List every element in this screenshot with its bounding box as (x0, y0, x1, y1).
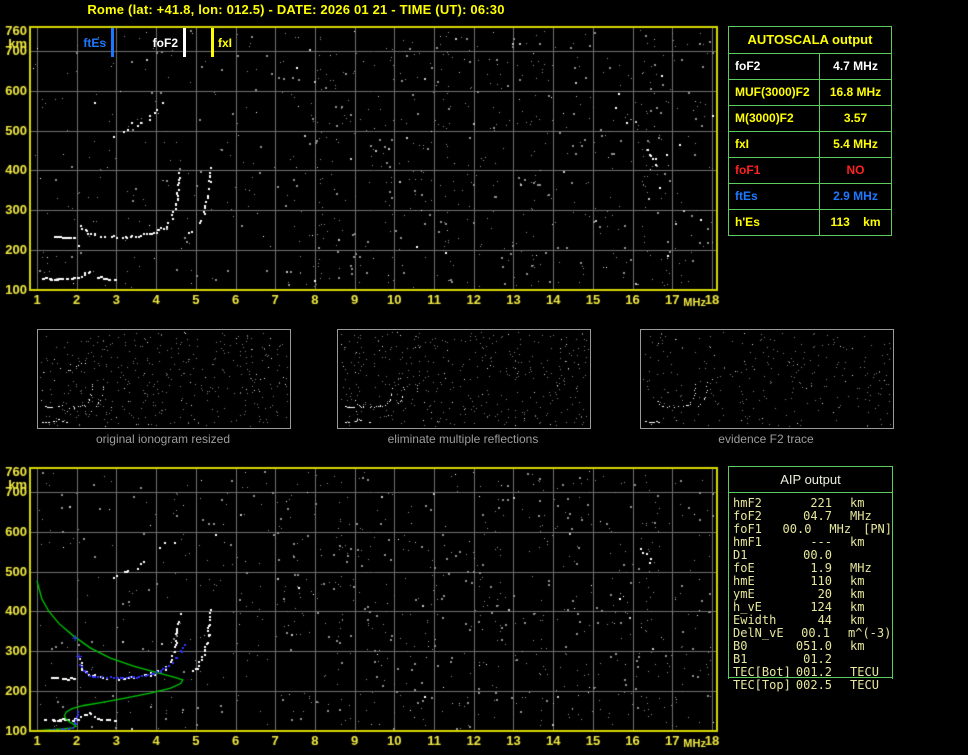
autoscala-row-foF1: foF1 NO (729, 158, 891, 184)
autoscala-row-foF2: foF2 4.7 MHz (729, 54, 891, 80)
thumbnail-caption: evidence F2 trace (718, 432, 814, 446)
parameter-label: MUF(3000)F2 (729, 80, 820, 105)
aip-extra: [PN] (863, 522, 892, 536)
thumbnail-eliminate-reflections (337, 329, 591, 429)
autoscala-screen: { "header": { "title": "Rome (lat: +41.8… (0, 0, 968, 755)
parameter-label: foF1 (729, 158, 820, 183)
autoscala-row-MUF3000F2: MUF(3000)F2 16.8 MHz (729, 80, 891, 106)
aip-unit: TECU (850, 678, 879, 692)
fxI-marker-line (211, 28, 214, 57)
aip-row-TEC[Top]: TEC[Top] 002.5 TECU (733, 679, 892, 692)
bottom-ionogram-canvas (0, 458, 725, 755)
aip-table-bottom-border (728, 677, 893, 678)
foF2-marker-line (183, 28, 186, 57)
autoscala-table-title: AUTOSCALA output (729, 27, 891, 54)
parameter-value: NO (846, 163, 865, 177)
parameter-label: foF2 (729, 54, 820, 79)
ftEs-marker-line (111, 28, 114, 57)
thumbnail-caption: eliminate multiple reflections (387, 432, 539, 446)
aip-value: 00.0 (782, 522, 812, 536)
parameter-label: fxI (729, 132, 820, 157)
autoscala-output-table: AUTOSCALA output foF2 4.7 MHz MUF(3000)F2 1… (728, 26, 892, 236)
thumbnail-evidence-f2-trace (640, 329, 894, 429)
parameter-value: 4.7 MHz (833, 59, 878, 73)
autoscala-table-rows: foF2 4.7 MHz MUF(3000)F2 16.8 MHz M(3000)F2 3… (729, 54, 891, 235)
aip-unit: km (850, 639, 865, 653)
autoscala-row-fxI: fxI 5.4 MHz (729, 132, 891, 158)
parameter-label: ftEs (729, 184, 820, 209)
ftEs-marker-label: ftEs (83, 36, 106, 50)
aip-label: TEC[Top] (733, 678, 791, 692)
aip-value: 002.5 (795, 678, 833, 692)
thumbnail-original-ionogram (37, 329, 291, 429)
top-ionogram-canvas (0, 18, 725, 316)
aip-table-title: AIP output (729, 467, 892, 493)
fxI-marker-label: fxI (218, 36, 233, 50)
parameter-value: 2.9 MHz (833, 189, 878, 203)
page-title: Rome (lat: +41.8, lon: 012.5) - DATE: 20… (87, 2, 505, 17)
parameter-value: 5.4 MHz (833, 137, 878, 151)
parameter-value: 16.8 MHz (829, 85, 882, 99)
autoscala-row-ftEs: ftEs 2.9 MHz (729, 184, 891, 210)
thumbnail-caption: original ionogram resized (95, 432, 231, 446)
aip-unit: km (850, 535, 865, 549)
aip-row-hmE: hmE 110 km (733, 575, 892, 588)
aip-table-rows: hmF2 221 km foF2 04.7 MHz foF1 00.0 MHz [PN] hmF1-… (729, 493, 892, 692)
autoscala-row-M3000F2: M(3000)F2 3.57 (729, 106, 891, 132)
parameter-value: 3.57 (843, 111, 868, 125)
parameter-label: h'Es (729, 210, 820, 235)
foF2-marker-label: foF2 (152, 36, 178, 50)
aip-output-table: AIP output hmF2 221 km foF2 04.7 MHz foF1 00.0 M… (728, 466, 893, 692)
parameter-value: 113 km (830, 215, 881, 229)
parameter-label: M(3000)F2 (729, 106, 820, 131)
autoscala-row-hEs: h'Es 113 km (729, 210, 891, 235)
